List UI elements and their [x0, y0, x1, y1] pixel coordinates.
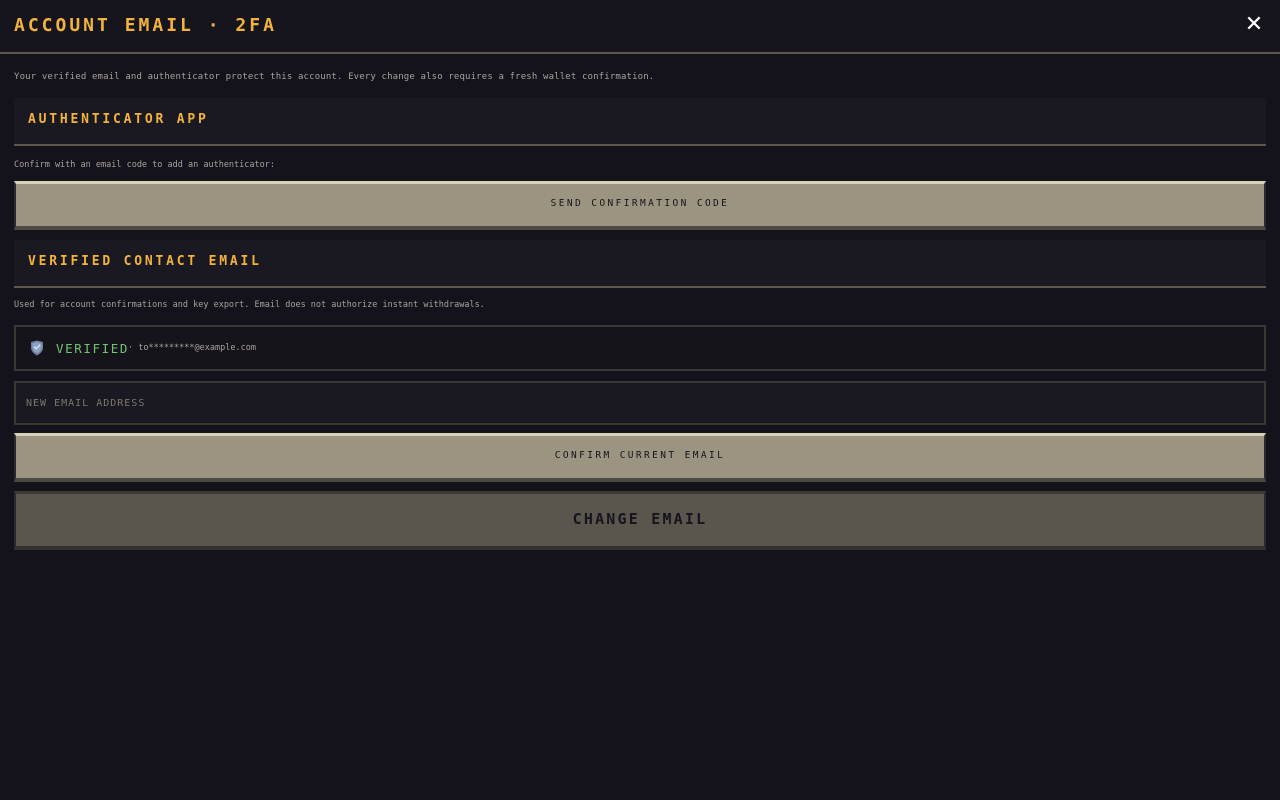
confirm-current-email-button[interactable]: CONFIRM CURRENT EMAIL [14, 433, 1266, 482]
contact-email-section-header: VERIFIED CONTACT EMAIL [14, 240, 1266, 288]
contact-email-helper-text: Used for account confirmations and key e… [14, 300, 485, 310]
verified-badge: VERIFIED [56, 341, 130, 356]
masked-email: · to*********@example.com [128, 343, 256, 353]
change-email-button[interactable]: CHANGE EMAIL [14, 491, 1266, 550]
send-confirmation-code-button[interactable]: SEND CONFIRMATION CODE [14, 181, 1266, 230]
close-icon[interactable]: ✕ [1244, 13, 1264, 37]
shield-icon [31, 340, 43, 356]
verified-email-status: VERIFIED · to*********@example.com [14, 325, 1266, 371]
authenticator-section-title: AUTHENTICATOR APP [28, 112, 209, 127]
modal-header: ACCOUNT EMAIL · 2FA ✕ [0, 0, 1280, 54]
authenticator-section-header: AUTHENTICATOR APP [14, 98, 1266, 146]
page-title: ACCOUNT EMAIL · 2FA [14, 15, 277, 36]
contact-email-section-title: VERIFIED CONTACT EMAIL [28, 254, 262, 269]
intro-text: Your verified email and authenticator pr… [14, 72, 655, 82]
authenticator-helper-text: Confirm with an email code to add an aut… [14, 160, 275, 170]
new-email-input[interactable] [14, 381, 1266, 425]
